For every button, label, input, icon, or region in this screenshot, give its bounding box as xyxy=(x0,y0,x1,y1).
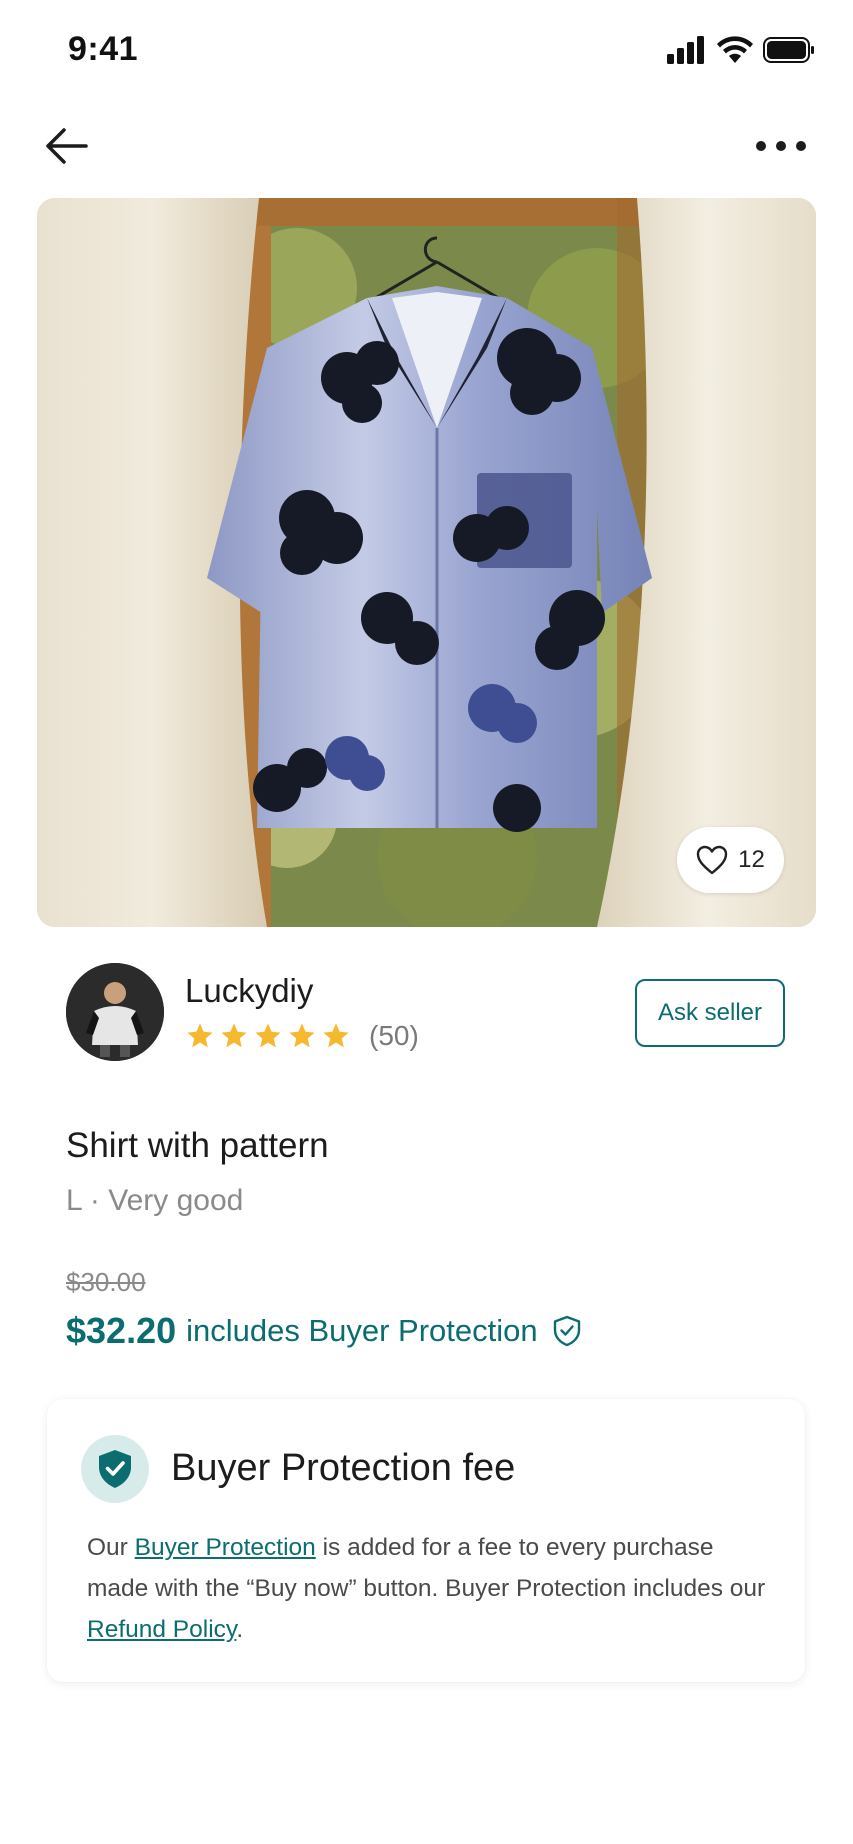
original-price: $30.00 xyxy=(66,1267,146,1297)
back-arrow-icon xyxy=(46,128,88,164)
avatar-image xyxy=(66,963,164,1061)
seller-rating[interactable]: (50) xyxy=(185,1020,419,1052)
more-options-button[interactable] xyxy=(753,128,809,164)
more-icon xyxy=(756,141,806,151)
favorite-count: 12 xyxy=(738,846,765,873)
status-time: 9:41 xyxy=(68,30,139,68)
rating-count: (50) xyxy=(369,1020,419,1051)
seller-avatar[interactable] xyxy=(66,963,164,1061)
shield-check-icon xyxy=(552,1315,582,1347)
refund-policy-link[interactable]: Refund Policy xyxy=(87,1616,236,1643)
star-icon xyxy=(255,1023,281,1048)
star-icon xyxy=(221,1023,247,1048)
star-icon xyxy=(289,1023,315,1048)
shirt-photo xyxy=(37,198,816,927)
card-body-text: Our xyxy=(87,1534,135,1561)
heart-icon xyxy=(696,845,728,875)
total-price: $32.20 xyxy=(66,1310,177,1351)
wifi-icon xyxy=(717,36,753,63)
buyer-protection-link[interactable]: Buyer Protection xyxy=(135,1534,316,1561)
product-page: 9:41 12 Luckydiy (50) Ask seller Shirt w… xyxy=(0,0,853,1844)
back-button[interactable] xyxy=(42,124,90,168)
status-bar: 9:41 xyxy=(0,0,853,100)
card-body-text: . xyxy=(236,1616,244,1643)
battery-icon xyxy=(763,37,814,63)
favorite-button[interactable]: 12 xyxy=(677,827,784,893)
star-icon xyxy=(187,1023,213,1048)
star-icon xyxy=(323,1023,349,1048)
price-row[interactable]: $32.20 includes Buyer Protection xyxy=(66,1310,582,1352)
signal-icon xyxy=(667,36,704,64)
product-image[interactable]: 12 xyxy=(37,198,816,927)
buyer-protection-card: Buyer Protection fee Our Buyer Protectio… xyxy=(47,1399,805,1682)
item-title: Shirt with pattern xyxy=(66,1126,329,1165)
shield-check-icon xyxy=(81,1435,149,1503)
card-title: Buyer Protection fee xyxy=(171,1447,516,1489)
status-icons xyxy=(667,36,815,64)
price-protection-note: includes Buyer Protection xyxy=(186,1313,538,1348)
item-size-condition: L · Very good xyxy=(66,1184,244,1217)
seller-name[interactable]: Luckydiy xyxy=(185,972,313,1010)
card-body: Our Buyer Protection is added for a fee … xyxy=(87,1527,777,1650)
ask-seller-button[interactable]: Ask seller xyxy=(635,979,785,1047)
